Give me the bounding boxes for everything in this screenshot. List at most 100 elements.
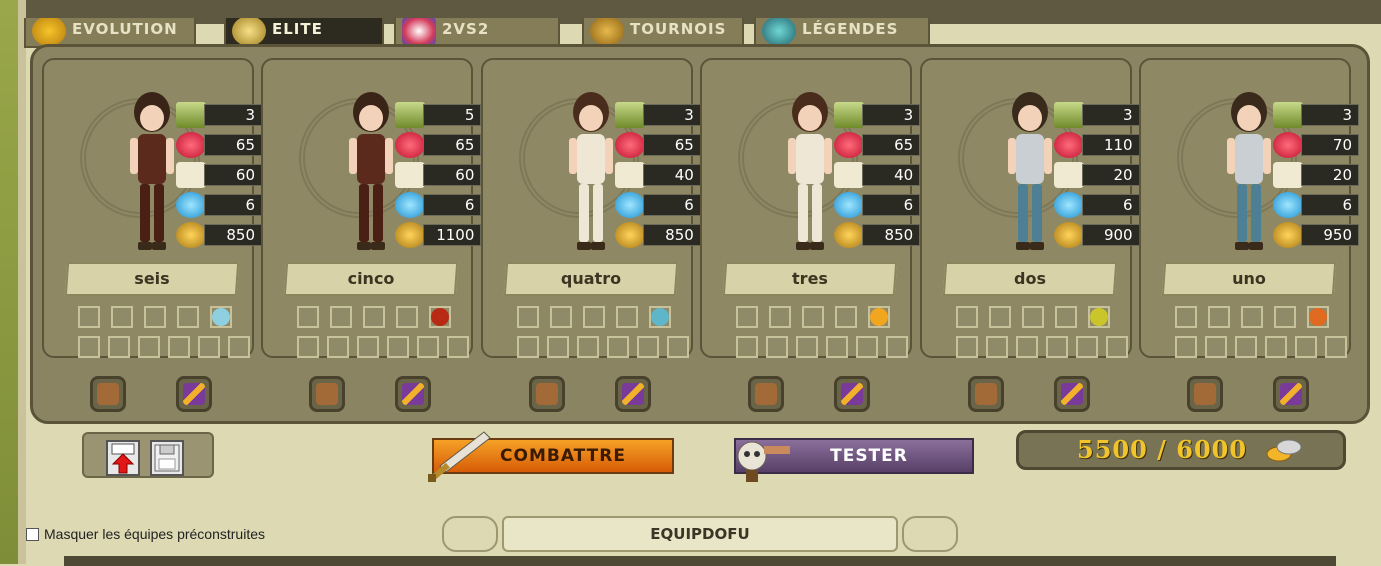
spell-slot[interactable] xyxy=(1087,306,1110,328)
equipment-slot[interactable] xyxy=(736,336,759,358)
spell-slot[interactable] xyxy=(549,306,572,328)
equipment-slot[interactable] xyxy=(327,336,350,358)
spell-slot[interactable] xyxy=(582,306,605,328)
equipment-slot[interactable] xyxy=(826,336,849,358)
stat-value: 40 xyxy=(862,164,921,186)
equipment-slot[interactable] xyxy=(447,336,470,358)
star-icon xyxy=(1273,192,1303,218)
team-name-field[interactable]: EQUIPDOFU xyxy=(502,516,898,552)
equipment-slot[interactable] xyxy=(1175,336,1197,358)
hide-prebuilt-checkbox[interactable] xyxy=(26,527,39,541)
character-sprite[interactable] xyxy=(559,86,623,266)
spell-slot[interactable] xyxy=(1274,306,1296,328)
spell-slot[interactable] xyxy=(868,306,891,328)
spell-slot[interactable] xyxy=(648,306,671,328)
spell-slot[interactable] xyxy=(177,306,199,328)
team-name-bar: EQUIPDOFU xyxy=(440,514,960,554)
equipment-slot[interactable] xyxy=(1265,336,1287,358)
equipment-slot[interactable] xyxy=(1045,336,1068,358)
spell-slot[interactable] xyxy=(111,306,133,328)
equipment-slot[interactable] xyxy=(546,336,569,358)
spell-slot[interactable] xyxy=(330,306,353,328)
equipment-slot[interactable] xyxy=(168,336,190,358)
equipment-slot[interactable] xyxy=(108,336,130,358)
customize-button[interactable] xyxy=(1187,376,1223,412)
equipment-slot[interactable] xyxy=(1105,336,1128,358)
edit-button[interactable] xyxy=(834,376,871,412)
equipment-slot[interactable] xyxy=(666,336,689,358)
character-sprite[interactable] xyxy=(120,86,184,266)
equipment-slot[interactable] xyxy=(856,336,879,358)
equipment-slot[interactable] xyxy=(78,336,100,358)
equipment-slot[interactable] xyxy=(1015,336,1038,358)
spell-slot[interactable] xyxy=(78,306,100,328)
equipment-slot[interactable] xyxy=(228,336,250,358)
spell-slot[interactable] xyxy=(210,306,232,328)
spell-slot[interactable] xyxy=(1208,306,1230,328)
equipment-slot[interactable] xyxy=(1295,336,1317,358)
spell-slot[interactable] xyxy=(1241,306,1263,328)
stat-cost: 950 xyxy=(1273,222,1359,248)
equipment-slot[interactable] xyxy=(606,336,629,358)
spell-slot[interactable] xyxy=(396,306,419,328)
equipment-slot[interactable] xyxy=(886,336,909,358)
hide-prebuilt-toggle[interactable]: Masquer les équipes préconstruites xyxy=(26,526,265,542)
level-icon xyxy=(834,102,865,128)
customize-button[interactable] xyxy=(748,376,785,412)
spell-slot[interactable] xyxy=(802,306,825,328)
edit-button[interactable] xyxy=(176,376,212,412)
edit-button[interactable] xyxy=(1053,376,1090,412)
equipment-slot[interactable] xyxy=(576,336,599,358)
spell-slot[interactable] xyxy=(1054,306,1077,328)
equipment-slot[interactable] xyxy=(198,336,220,358)
equipment-slot[interactable] xyxy=(297,336,320,358)
load-team-button[interactable] xyxy=(106,440,140,476)
equipment-slot[interactable] xyxy=(985,336,1008,358)
equipment-slot[interactable] xyxy=(766,336,789,358)
spell-slot[interactable] xyxy=(988,306,1011,328)
spell-slot[interactable] xyxy=(955,306,978,328)
equipment-slot[interactable] xyxy=(417,336,440,358)
spell-slot[interactable] xyxy=(736,306,759,328)
customize-button[interactable] xyxy=(528,376,565,412)
spell-slot[interactable] xyxy=(1307,306,1329,328)
spell-slot[interactable] xyxy=(144,306,166,328)
stat-initiative: 60 xyxy=(395,162,482,188)
customize-button[interactable] xyxy=(90,376,126,412)
edit-button[interactable] xyxy=(1273,376,1309,412)
equipment-slot[interactable] xyxy=(387,336,410,358)
character-sprite[interactable] xyxy=(1217,86,1281,266)
equipment-slot[interactable] xyxy=(1325,336,1347,358)
pencil-icon xyxy=(1060,383,1083,405)
spell-slot[interactable] xyxy=(429,306,452,328)
spell-slot[interactable] xyxy=(769,306,792,328)
edit-button[interactable] xyxy=(614,376,651,412)
equipment-slot[interactable] xyxy=(1235,336,1257,358)
save-team-button[interactable] xyxy=(150,440,184,476)
equipment-slot[interactable] xyxy=(636,336,659,358)
customize-button[interactable] xyxy=(967,376,1004,412)
equipment-slot[interactable] xyxy=(138,336,160,358)
equipment-slot[interactable] xyxy=(1075,336,1098,358)
character-sprite[interactable] xyxy=(339,86,403,266)
equipment-slot[interactable] xyxy=(357,336,380,358)
character-sprite[interactable] xyxy=(778,86,842,266)
equipment-slot[interactable] xyxy=(1205,336,1227,358)
edit-button[interactable] xyxy=(395,376,432,412)
spell-slot[interactable] xyxy=(297,306,320,328)
spell-slot[interactable] xyxy=(363,306,386,328)
spell-slot[interactable] xyxy=(516,306,539,328)
stat-value: 3 xyxy=(1301,104,1359,126)
equipment-slot[interactable] xyxy=(516,336,539,358)
stat-value: 70 xyxy=(1301,134,1359,156)
spell-slot[interactable] xyxy=(1021,306,1044,328)
spell-slot[interactable] xyxy=(1175,306,1197,328)
equipment-slot[interactable] xyxy=(955,336,978,358)
equipment-slot[interactable] xyxy=(796,336,819,358)
stat-hp: 70 xyxy=(1273,132,1359,158)
floppy-icon xyxy=(154,444,180,472)
character-sprite[interactable] xyxy=(998,86,1062,266)
spell-slot[interactable] xyxy=(835,306,858,328)
customize-button[interactable] xyxy=(309,376,346,412)
spell-slot[interactable] xyxy=(615,306,638,328)
